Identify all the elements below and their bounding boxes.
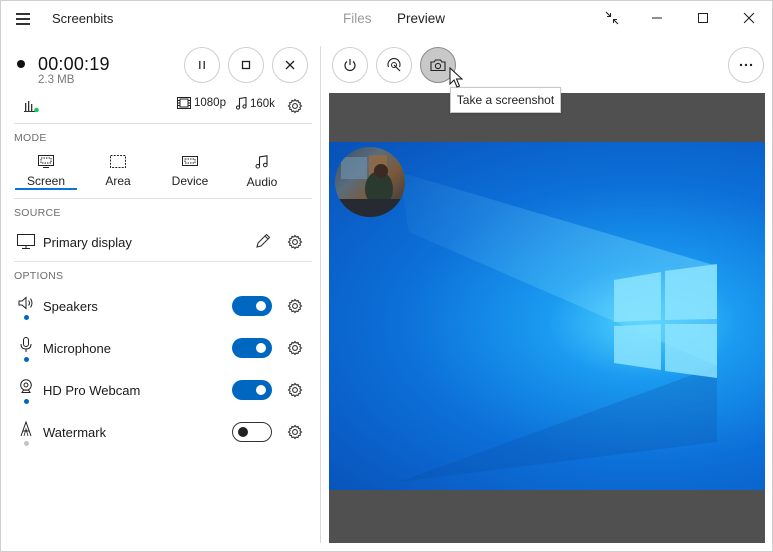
resolution-value: 1080p bbox=[194, 97, 226, 109]
preview-area bbox=[329, 93, 765, 543]
bitrate-indicator: 160k bbox=[236, 97, 275, 110]
source-section-label: SOURCE bbox=[14, 207, 61, 219]
webcam-icon bbox=[16, 377, 36, 397]
speakers-settings-button[interactable] bbox=[286, 297, 304, 315]
selected-mode-indicator bbox=[15, 188, 77, 190]
minimize-icon bbox=[652, 17, 662, 19]
tab-files[interactable]: Files bbox=[343, 11, 372, 26]
close-icon bbox=[743, 12, 755, 24]
screen-icon bbox=[38, 155, 54, 168]
close-button[interactable] bbox=[726, 1, 772, 35]
mode-tab-area[interactable]: Area bbox=[87, 155, 149, 188]
hamburger-menu-icon[interactable] bbox=[16, 12, 32, 26]
option-label: HD Pro Webcam bbox=[43, 383, 141, 398]
monitor-icon bbox=[16, 232, 36, 252]
more-icon bbox=[739, 63, 753, 67]
stop-button[interactable] bbox=[228, 47, 264, 83]
elapsed-time: 00:00:19 bbox=[38, 54, 110, 74]
gear-icon bbox=[287, 298, 303, 314]
microphone-toggle[interactable] bbox=[232, 338, 272, 358]
watermark-toggle[interactable] bbox=[232, 422, 272, 442]
camera-icon bbox=[430, 59, 446, 72]
power-button[interactable] bbox=[332, 47, 368, 83]
option-label: Speakers bbox=[43, 299, 98, 314]
resolution-indicator: 1080p bbox=[177, 97, 226, 109]
mode-section-label: MODE bbox=[14, 132, 47, 144]
device-icon bbox=[182, 156, 198, 166]
gear-icon bbox=[287, 234, 303, 250]
audio-icon bbox=[255, 155, 268, 169]
quality-settings-button[interactable] bbox=[286, 97, 304, 115]
watermark-settings-button[interactable] bbox=[286, 423, 304, 441]
file-size: 2.3 MB bbox=[38, 74, 75, 86]
microphone-settings-button[interactable] bbox=[286, 339, 304, 357]
webcam-overlay bbox=[335, 147, 405, 217]
mode-tab-audio[interactable]: Audio bbox=[231, 155, 293, 189]
minimize-button[interactable] bbox=[634, 1, 680, 35]
app-window: Screenbits Files Preview 00:00:19 2.3 MB bbox=[0, 0, 773, 552]
mode-tab-device[interactable]: Device bbox=[159, 155, 221, 188]
gear-icon bbox=[287, 424, 303, 440]
pause-icon bbox=[199, 61, 205, 69]
area-icon bbox=[110, 155, 126, 168]
screenshot-tooltip: Take a screenshot bbox=[450, 87, 561, 113]
speaker-icon bbox=[16, 293, 36, 313]
tab-preview[interactable]: Preview bbox=[397, 11, 445, 26]
mode-tab-label: Screen bbox=[26, 174, 66, 188]
cancel-recording-button[interactable] bbox=[272, 47, 308, 83]
webcam-toggle[interactable] bbox=[232, 380, 272, 400]
source-settings-button[interactable] bbox=[286, 233, 304, 251]
microphone-icon bbox=[16, 335, 36, 355]
compact-overlay-button[interactable] bbox=[589, 1, 635, 35]
pencil-icon bbox=[256, 233, 271, 248]
options-section-label: OPTIONS bbox=[14, 270, 64, 282]
film-icon bbox=[177, 97, 191, 109]
speakers-toggle[interactable] bbox=[232, 296, 272, 316]
gear-icon bbox=[287, 340, 303, 356]
pointer-highlight-button[interactable] bbox=[376, 47, 412, 83]
desktop-preview bbox=[329, 142, 765, 490]
title-bar: Screenbits Files Preview bbox=[1, 1, 772, 37]
compact-mode-icon bbox=[605, 11, 619, 25]
mode-tab-label: Device bbox=[171, 174, 209, 188]
pause-button[interactable] bbox=[184, 47, 220, 83]
option-label: Microphone bbox=[43, 341, 111, 356]
gear-icon bbox=[287, 98, 303, 114]
more-options-button[interactable] bbox=[728, 47, 764, 83]
mode-tab-screen[interactable]: Screen bbox=[15, 155, 77, 188]
cursor-highlight-icon bbox=[387, 58, 401, 72]
bitrate-value: 160k bbox=[250, 97, 275, 110]
maximize-icon bbox=[698, 13, 708, 23]
music-note-icon bbox=[236, 97, 247, 110]
mode-tab-label: Audio bbox=[246, 175, 278, 189]
webcam-settings-button[interactable] bbox=[286, 381, 304, 399]
mouse-cursor-icon bbox=[449, 67, 463, 88]
power-icon bbox=[344, 59, 356, 72]
source-value: Primary display bbox=[43, 235, 132, 250]
watermark-icon bbox=[16, 419, 36, 439]
maximize-button[interactable] bbox=[680, 1, 726, 35]
gear-icon bbox=[287, 382, 303, 398]
audio-level-icon bbox=[24, 99, 40, 116]
recording-indicator bbox=[17, 60, 25, 68]
stop-icon bbox=[241, 60, 251, 70]
panel-divider bbox=[320, 46, 321, 543]
app-title: Screenbits bbox=[52, 11, 114, 26]
edit-source-button[interactable] bbox=[255, 233, 273, 251]
option-label: Watermark bbox=[43, 425, 107, 440]
mode-tab-label: Area bbox=[105, 174, 131, 188]
settings-panel: 00:00:19 2.3 MB 1080p 160k MODE Screen A… bbox=[1, 37, 321, 551]
cancel-icon bbox=[285, 60, 295, 70]
